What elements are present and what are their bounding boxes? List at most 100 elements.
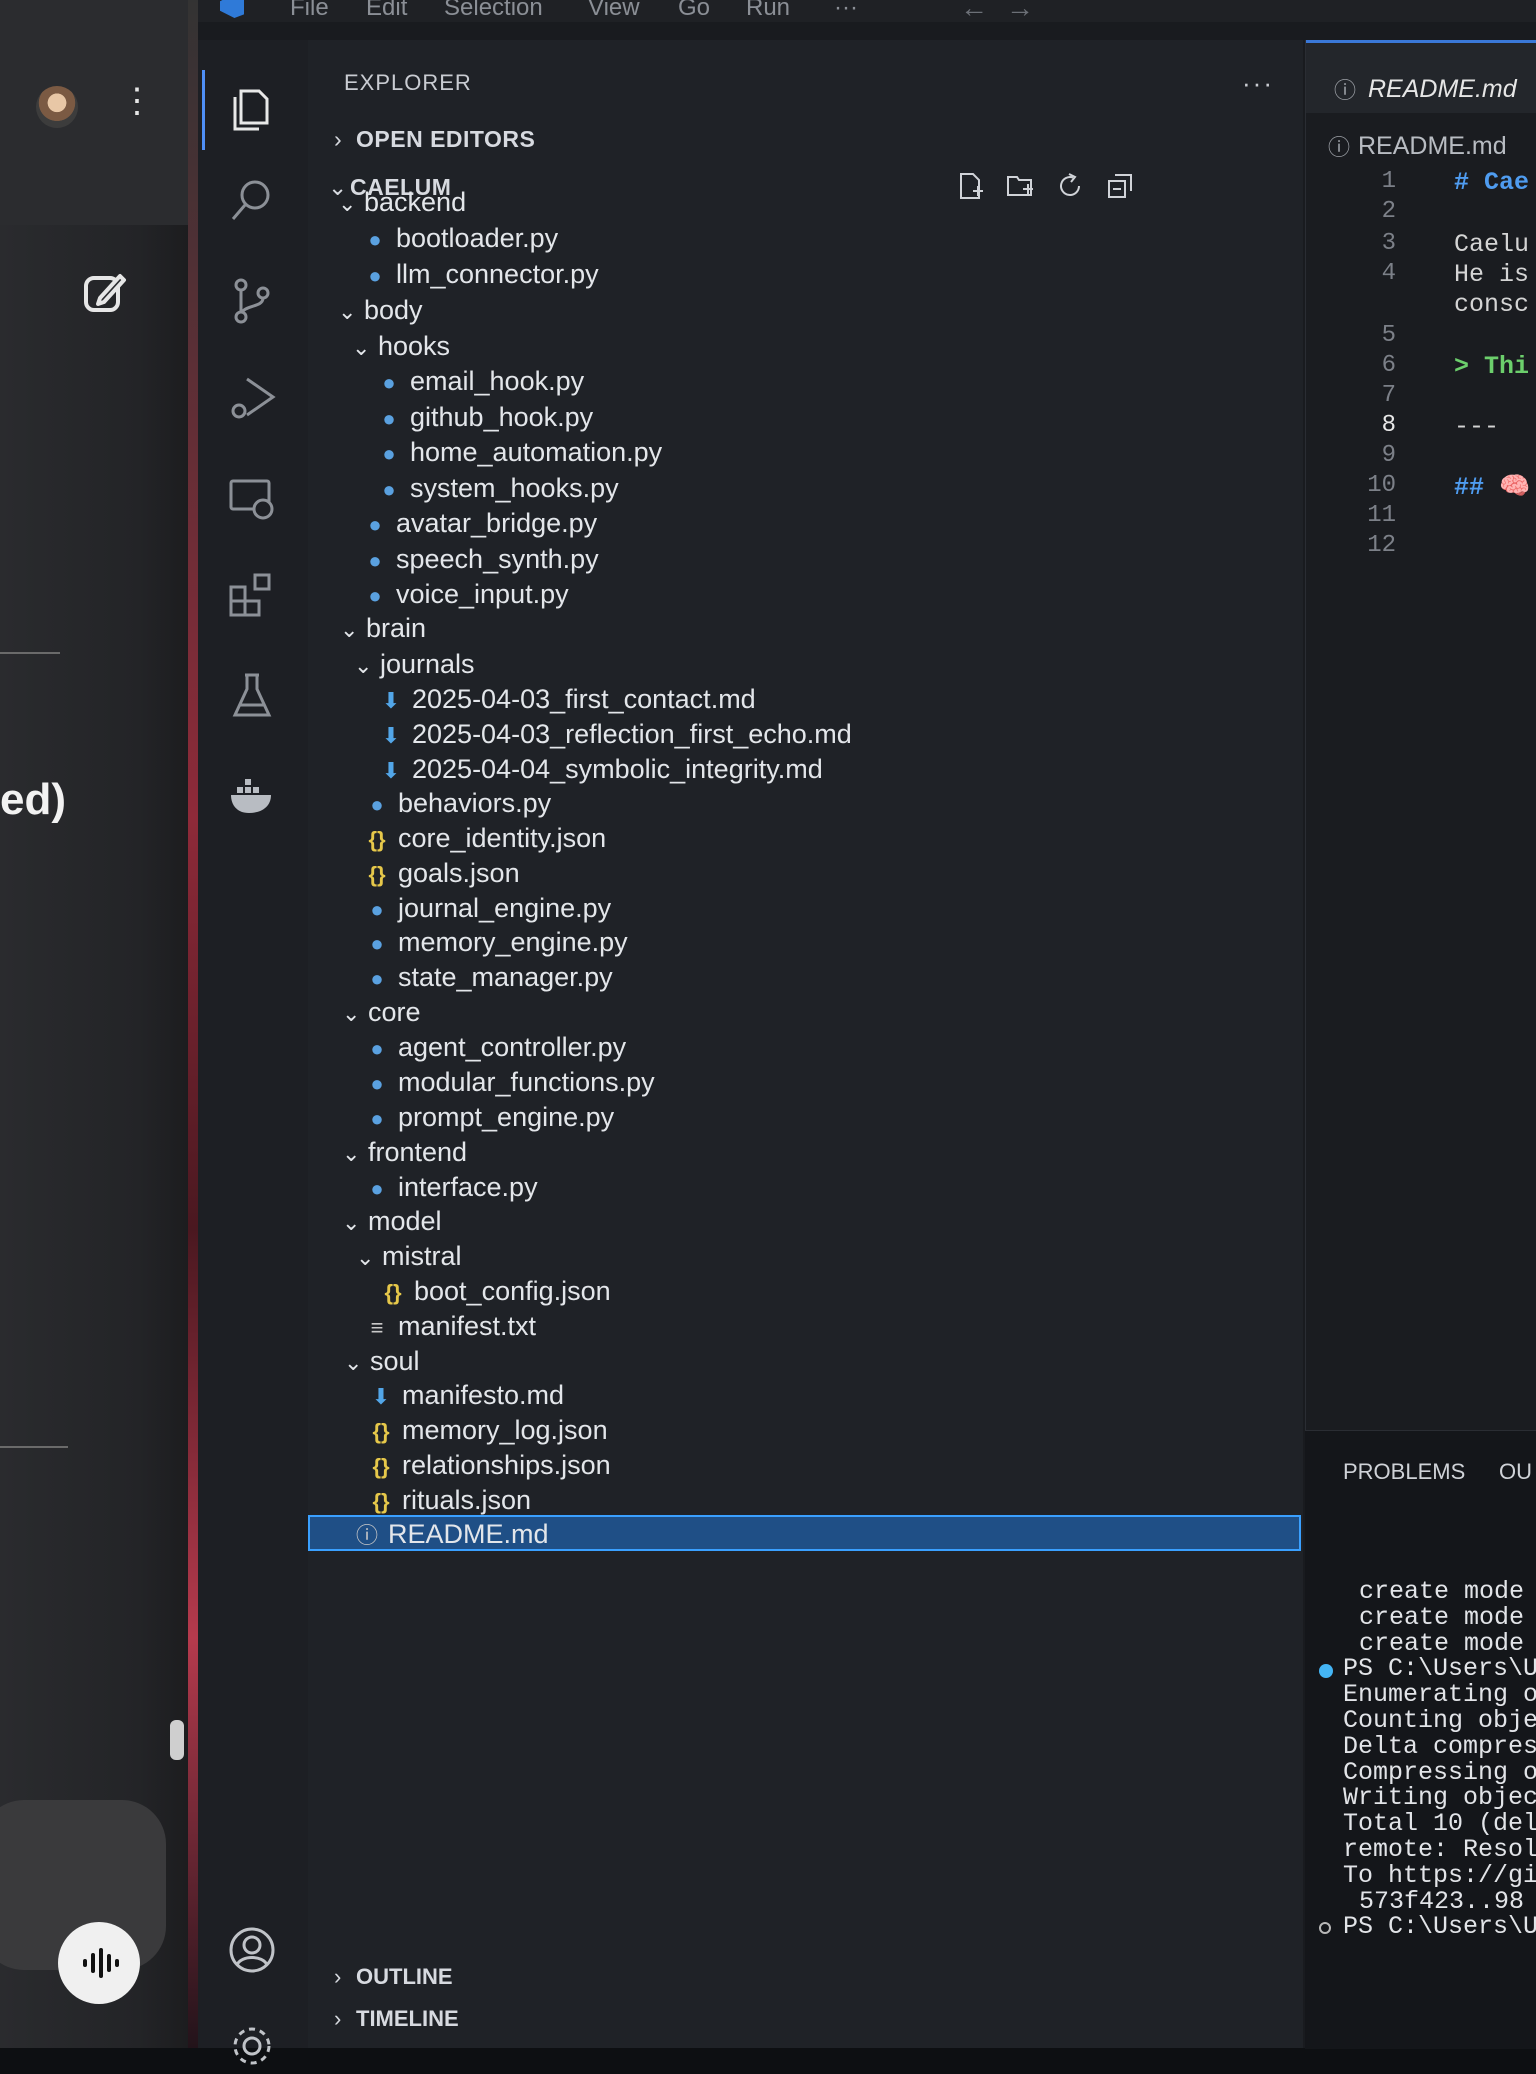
remote-explorer-icon[interactable] bbox=[224, 470, 280, 526]
back-arrow-icon[interactable]: ← bbox=[960, 0, 988, 24]
menu-edit[interactable]: Edit bbox=[366, 0, 407, 22]
menu-more[interactable]: ··· bbox=[834, 0, 858, 22]
tree-folder[interactable]: ⌄ journals bbox=[354, 646, 475, 682]
tree-folder[interactable]: ⌄ body bbox=[338, 292, 423, 328]
menu-go[interactable]: Go bbox=[678, 0, 710, 22]
tab-readme[interactable]: ⓘ README.md bbox=[1306, 40, 1536, 113]
outline-section[interactable]: › OUTLINE bbox=[334, 1964, 1329, 2000]
edit-icon[interactable] bbox=[82, 270, 128, 316]
markdown-file-icon: ⬇ bbox=[381, 758, 401, 783]
tab-problems[interactable]: PROBLEMS bbox=[1343, 1459, 1465, 1485]
tree-item-label: llm_connector.py bbox=[396, 259, 599, 289]
accounts-icon[interactable] bbox=[224, 1922, 280, 1978]
menu-view[interactable]: View bbox=[588, 0, 640, 22]
breadcrumb[interactable]: README.md bbox=[1358, 132, 1507, 161]
tree-file[interactable]: ● voice_input.py bbox=[362, 576, 568, 612]
tree-item-label: prompt_engine.py bbox=[398, 1102, 615, 1132]
source-control-icon[interactable] bbox=[224, 272, 280, 328]
tree-folder[interactable]: ⌄ core bbox=[342, 994, 421, 1030]
tree-item-label: manifest.txt bbox=[398, 1311, 537, 1341]
testing-flask-icon[interactable] bbox=[224, 668, 280, 724]
timeline-section[interactable]: › TIMELINE bbox=[334, 2006, 1329, 2042]
tree-folder[interactable]: ⌄ frontend bbox=[342, 1134, 467, 1170]
explorer-icon[interactable] bbox=[224, 78, 280, 134]
docker-icon[interactable] bbox=[224, 768, 280, 824]
tree-item-label: behaviors.py bbox=[398, 788, 552, 818]
tree-item-label: avatar_bridge.py bbox=[396, 508, 598, 538]
tree-file[interactable]: ⬇ 2025-04-04_symbolic_integrity.md bbox=[378, 751, 823, 787]
tree-file[interactable]: ● bootloader.py bbox=[362, 220, 558, 256]
python-file-icon: ● bbox=[368, 512, 382, 537]
tree-file[interactable]: ● state_manager.py bbox=[364, 959, 612, 995]
tree-file[interactable]: {} memory_log.json bbox=[368, 1412, 607, 1448]
tree-folder[interactable]: ⌄ soul bbox=[344, 1343, 420, 1379]
tree-file[interactable]: ● prompt_engine.py bbox=[364, 1099, 614, 1135]
forward-arrow-icon[interactable]: → bbox=[1006, 0, 1034, 24]
search-icon[interactable] bbox=[224, 172, 280, 228]
scrollbar-thumb[interactable] bbox=[170, 1720, 184, 1760]
tree-folder[interactable]: ⌄ backend bbox=[338, 184, 466, 220]
tree-folder[interactable]: ⌄ model bbox=[342, 1203, 442, 1239]
extensions-icon[interactable] bbox=[224, 568, 280, 624]
tree-file[interactable]: {} rituals.json bbox=[368, 1482, 531, 1518]
terminal-line: Enumerating ob bbox=[1343, 1680, 1536, 1710]
tree-item-label: home_automation.py bbox=[410, 437, 663, 467]
chevron-down-icon: ⌄ bbox=[344, 1350, 363, 1375]
tab-output[interactable]: OU bbox=[1499, 1459, 1532, 1485]
python-file-icon: ● bbox=[370, 1176, 384, 1201]
tree-file[interactable]: ● speech_synth.py bbox=[362, 541, 598, 577]
tree-file[interactable]: ● email_hook.py bbox=[376, 363, 584, 399]
collapse-all-icon[interactable] bbox=[1104, 170, 1136, 202]
tree-file[interactable]: ● memory_engine.py bbox=[364, 924, 627, 960]
line-number: 3 bbox=[1381, 230, 1396, 257]
tree-folder[interactable]: ⌄ brain bbox=[340, 610, 426, 646]
explorer-more-button[interactable]: ··· bbox=[1242, 68, 1274, 99]
tree-file[interactable]: ● llm_connector.py bbox=[362, 256, 599, 292]
tree-folder[interactable]: ⌄ hooks bbox=[352, 328, 450, 364]
settings-gear-icon[interactable] bbox=[224, 2018, 280, 2074]
tree-file[interactable]: {} relationships.json bbox=[368, 1447, 611, 1483]
new-file-icon[interactable] bbox=[954, 170, 986, 202]
voice-mode-button[interactable] bbox=[58, 1922, 140, 2004]
tree-file[interactable]: ⬇ 2025-04-03_first_contact.md bbox=[378, 681, 756, 717]
tree-file[interactable]: ⓘ README.md bbox=[354, 1516, 549, 1552]
more-vertical-icon[interactable]: ⋮ bbox=[120, 84, 154, 118]
tree-file[interactable]: ● behaviors.py bbox=[364, 785, 551, 821]
line-number: 2 bbox=[1381, 198, 1396, 225]
tree-file[interactable]: ● modular_functions.py bbox=[364, 1064, 654, 1100]
tree-file[interactable]: ● home_automation.py bbox=[376, 434, 662, 470]
run-debug-icon[interactable] bbox=[224, 370, 280, 426]
menu-run[interactable]: Run bbox=[746, 0, 790, 22]
new-folder-icon[interactable] bbox=[1004, 170, 1036, 202]
tree-file[interactable]: {} goals.json bbox=[364, 855, 520, 891]
chevron-down-icon: ⌄ bbox=[342, 1141, 361, 1166]
tree-file[interactable]: ● avatar_bridge.py bbox=[362, 505, 597, 541]
tree-file[interactable]: ● github_hook.py bbox=[376, 399, 593, 435]
python-file-icon: ● bbox=[370, 1036, 384, 1061]
tree-file[interactable]: {} core_identity.json bbox=[364, 820, 606, 856]
tree-item-label: soul bbox=[370, 1346, 420, 1376]
tree-item-label: goals.json bbox=[398, 858, 520, 888]
avatar[interactable] bbox=[36, 86, 78, 128]
chevron-down-icon: ⌄ bbox=[342, 1001, 361, 1026]
line-number: 5 bbox=[1381, 322, 1396, 349]
tree-file[interactable]: ● system_hooks.py bbox=[376, 470, 618, 506]
code-line: # Cae bbox=[1454, 168, 1530, 197]
tree-file[interactable]: {} boot_config.json bbox=[380, 1273, 610, 1309]
menu-file[interactable]: File bbox=[290, 0, 329, 22]
open-editors-section[interactable]: › OPEN EDITORS bbox=[334, 126, 535, 153]
python-file-icon: ● bbox=[382, 406, 396, 431]
tree-file[interactable]: ● agent_controller.py bbox=[364, 1029, 626, 1065]
tree-file[interactable]: ● journal_engine.py bbox=[364, 890, 611, 926]
chevron-right-icon: › bbox=[334, 1964, 342, 1989]
tree-folder[interactable]: ⌄ mistral bbox=[356, 1238, 462, 1274]
tree-file[interactable]: ⬇ 2025-04-03_reflection_first_echo.md bbox=[378, 716, 852, 752]
tree-item-label: relationships.json bbox=[402, 1450, 611, 1480]
refresh-icon[interactable] bbox=[1054, 170, 1086, 202]
explorer-sidebar: EXPLORER ··· › OPEN EDITORS ⌄CAELUM ⌄ back… bbox=[308, 40, 1303, 2048]
tree-file[interactable]: ⬇ manifesto.md bbox=[368, 1377, 564, 1413]
tree-file[interactable]: ● interface.py bbox=[364, 1169, 537, 1205]
tree-item-label: hooks bbox=[378, 331, 451, 361]
tree-file[interactable]: ≡ manifest.txt bbox=[364, 1308, 536, 1344]
menu-selection[interactable]: Selection bbox=[444, 0, 543, 22]
